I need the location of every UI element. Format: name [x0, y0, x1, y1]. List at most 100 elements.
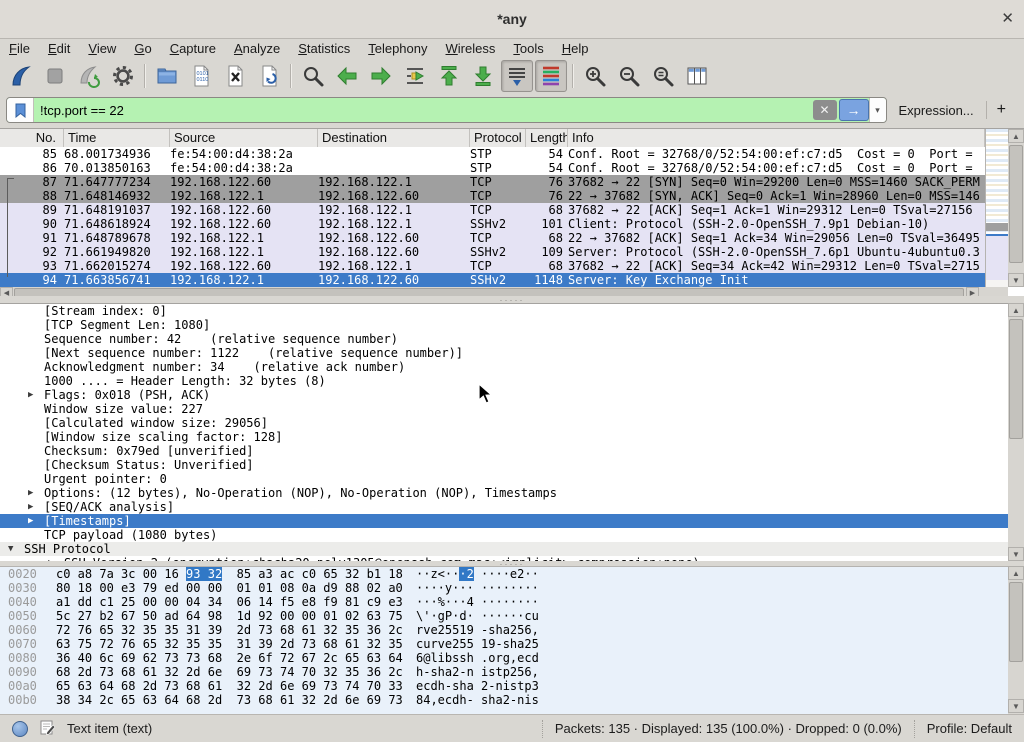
detail-line[interactable]: ▶[SEQ/ACK analysis]: [0, 500, 1008, 514]
column-header-info[interactable]: Info: [568, 129, 985, 147]
packet-row[interactable]: 8670.013850163fe:54:00:d4:38:2aSTP54Conf…: [0, 161, 985, 175]
collapsed-arrow-icon[interactable]: ▶: [28, 500, 33, 514]
capture-stop-button[interactable]: [39, 60, 71, 92]
detail-line[interactable]: Sequence number: 42 (relative sequence n…: [0, 332, 1008, 346]
filter-clear-button[interactable]: ✕: [813, 100, 837, 120]
menu-analyze[interactable]: Analyze: [225, 39, 289, 58]
status-profile[interactable]: Profile: Default: [914, 720, 1024, 738]
detail-line[interactable]: TCP payload (1080 bytes): [0, 528, 1008, 542]
scroll-down-icon[interactable]: ▼: [1008, 699, 1024, 713]
capture-start-button[interactable]: [5, 60, 37, 92]
column-header-time[interactable]: Time: [64, 129, 170, 147]
scroll-up-icon[interactable]: ▲: [1008, 566, 1024, 580]
zoom-out-button[interactable]: [613, 60, 645, 92]
expression-button[interactable]: Expression...: [887, 103, 986, 118]
auto-scroll-button[interactable]: [501, 60, 533, 92]
hex-row[interactable]: 00a065 63 64 68 2d 73 68 61 32 2d 6e 69 …: [0, 679, 1008, 693]
resize-columns-button[interactable]: [681, 60, 713, 92]
capture-restart-button[interactable]: [73, 60, 105, 92]
file-save-button[interactable]: 01010110: [185, 60, 217, 92]
menu-telephony[interactable]: Telephony: [359, 39, 436, 58]
packet-row[interactable]: 8971.648191037192.168.122.60192.168.122.…: [0, 203, 985, 217]
filter-dropdown-caret[interactable]: ▾: [869, 98, 886, 122]
menu-view[interactable]: View: [79, 39, 125, 58]
window-close-icon[interactable]: ✕: [1001, 9, 1014, 27]
hex-row[interactable]: 003080 18 00 e3 79 ed 00 00 01 01 08 0a …: [0, 581, 1008, 595]
detail-line[interactable]: ▶Flags: 0x018 (PSH, ACK): [0, 388, 1008, 402]
detail-line[interactable]: Acknowledgment number: 34 (relative ack …: [0, 360, 1008, 374]
capture-comment-icon[interactable]: [40, 720, 55, 738]
packet-row[interactable]: 8568.001734936fe:54:00:d4:38:2aSTP54Conf…: [0, 147, 985, 161]
detail-line[interactable]: [TCP Segment Len: 1080]: [0, 318, 1008, 332]
scroll-up-icon[interactable]: ▲: [1008, 129, 1024, 143]
column-header-protocol[interactable]: Protocol: [470, 129, 526, 147]
expanded-arrow-icon[interactable]: ▼: [8, 542, 13, 556]
zoom-100-button[interactable]: [647, 60, 679, 92]
hex-row[interactable]: 007063 75 72 76 65 32 35 35 31 39 2d 73 …: [0, 637, 1008, 651]
details-vscrollbar[interactable]: ▲ ▼: [1008, 303, 1024, 561]
filter-bookmark-icon[interactable]: [7, 98, 34, 122]
menu-help[interactable]: Help: [553, 39, 598, 58]
detail-line[interactable]: [Checksum Status: Unverified]: [0, 458, 1008, 472]
detail-line[interactable]: ▼SSH Protocol: [0, 542, 1008, 556]
capture-options-button[interactable]: [107, 60, 139, 92]
collapsed-arrow-icon[interactable]: ▶: [28, 486, 33, 500]
hex-row[interactable]: 009068 2d 73 68 61 32 2d 6e 69 73 74 70 …: [0, 665, 1008, 679]
menu-capture[interactable]: Capture: [161, 39, 225, 58]
go-forward-button[interactable]: [365, 60, 397, 92]
go-to-packet-button[interactable]: [399, 60, 431, 92]
detail-line[interactable]: 1000 .... = Header Length: 32 bytes (8): [0, 374, 1008, 388]
detail-line[interactable]: Urgent pointer: 0: [0, 472, 1008, 486]
packet-row[interactable]: 9171.648789678192.168.122.1192.168.122.6…: [0, 231, 985, 245]
go-back-button[interactable]: [331, 60, 363, 92]
menu-wireless[interactable]: Wireless: [437, 39, 505, 58]
packet-row[interactable]: 8871.648146932192.168.122.1192.168.122.6…: [0, 189, 985, 203]
packet-row[interactable]: 9471.663856741192.168.122.1192.168.122.6…: [0, 273, 985, 287]
hex-row[interactable]: 00b038 34 2c 65 63 64 68 2d 73 68 61 32 …: [0, 693, 1008, 707]
detail-line[interactable]: [Stream index: 0]: [0, 304, 1008, 318]
menu-statistics[interactable]: Statistics: [289, 39, 359, 58]
packet-row[interactable]: 9371.662015274192.168.122.60192.168.122.…: [0, 259, 985, 273]
zoom-in-button[interactable]: [579, 60, 611, 92]
hex-row[interactable]: 008036 40 6c 69 62 73 73 68 2e 6f 72 67 …: [0, 651, 1008, 665]
detail-line[interactable]: [Calculated window size: 29056]: [0, 416, 1008, 430]
go-first-button[interactable]: [433, 60, 465, 92]
scroll-up-icon[interactable]: ▲: [1008, 303, 1024, 317]
packet-minimap[interactable]: [985, 129, 1008, 287]
go-last-button[interactable]: [467, 60, 499, 92]
detail-line[interactable]: [Window size scaling factor: 128]: [0, 430, 1008, 444]
column-header-source[interactable]: Source: [170, 129, 318, 147]
display-filter-input[interactable]: !tcp.port == 22 ✕ → ▾: [6, 97, 887, 123]
hex-row[interactable]: 0020c0 a8 7a 3c 00 16 93 32 85 a3 ac c0 …: [0, 567, 1008, 581]
pane-splitter-top[interactable]: ·····: [0, 296, 1024, 303]
hex-row[interactable]: 00505c 27 b2 67 50 ad 64 98 1d 92 00 00 …: [0, 609, 1008, 623]
hex-row[interactable]: 0040a1 dd c1 25 00 00 04 34 06 14 f5 e8 …: [0, 595, 1008, 609]
hex-row[interactable]: 006072 76 65 32 35 35 31 39 2d 73 68 61 …: [0, 623, 1008, 637]
filter-text[interactable]: !tcp.port == 22: [34, 103, 813, 118]
menu-tools[interactable]: Tools: [504, 39, 552, 58]
collapsed-arrow-icon[interactable]: ▶: [28, 388, 33, 402]
detail-line[interactable]: ▶[Timestamps]: [0, 514, 1008, 528]
menu-file[interactable]: File: [0, 39, 39, 58]
file-close-button[interactable]: [219, 60, 251, 92]
packet-list-vscrollbar[interactable]: ▲ ▼: [1008, 129, 1024, 287]
scroll-thumb[interactable]: [1009, 145, 1023, 263]
packet-row[interactable]: 9271.661949820192.168.122.1192.168.122.6…: [0, 245, 985, 259]
scroll-thumb[interactable]: [1009, 319, 1023, 439]
packet-row[interactable]: 8771.647777234192.168.122.60192.168.122.…: [0, 175, 985, 189]
detail-line[interactable]: Checksum: 0x79ed [unverified]: [0, 444, 1008, 458]
detail-line[interactable]: Window size value: 227: [0, 402, 1008, 416]
file-reload-button[interactable]: [253, 60, 285, 92]
file-open-button[interactable]: [151, 60, 183, 92]
detail-line[interactable]: ▶Options: (12 bytes), No-Operation (NOP)…: [0, 486, 1008, 500]
column-header-destination[interactable]: Destination: [318, 129, 470, 147]
colorize-button[interactable]: [535, 60, 567, 92]
detail-line[interactable]: [Next sequence number: 1122 (relative se…: [0, 346, 1008, 360]
menu-edit[interactable]: Edit: [39, 39, 79, 58]
scroll-down-icon[interactable]: ▼: [1008, 547, 1024, 561]
collapsed-arrow-icon[interactable]: ▶: [28, 514, 33, 528]
scroll-thumb[interactable]: [1009, 582, 1023, 662]
bytes-vscrollbar[interactable]: ▲ ▼: [1008, 566, 1024, 713]
scroll-down-icon[interactable]: ▼: [1008, 273, 1024, 287]
filter-add-button[interactable]: +: [987, 101, 1018, 119]
